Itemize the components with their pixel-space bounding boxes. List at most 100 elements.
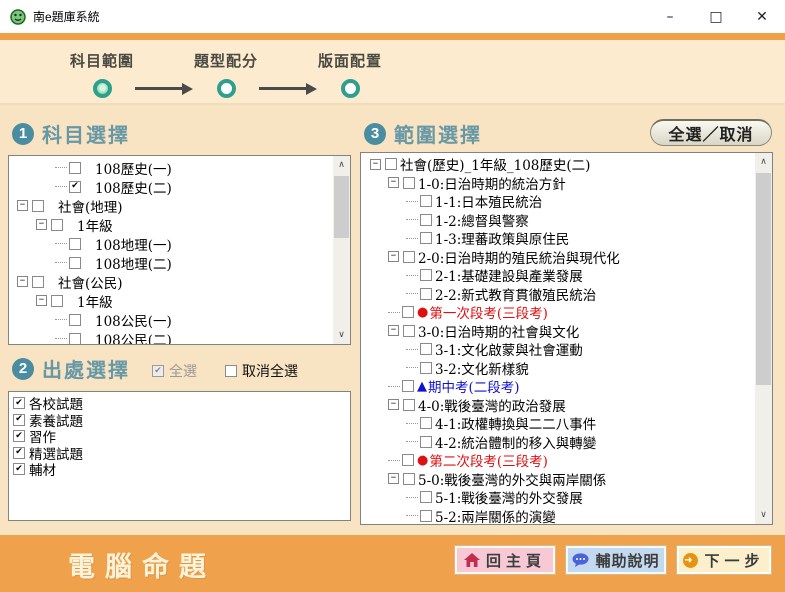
tree-row[interactable]: −社會(地理)	[13, 196, 350, 215]
checkbox-icon[interactable]	[420, 288, 432, 300]
tree-row[interactable]: −3-0:日治時期的社會與文化	[366, 322, 772, 341]
tree-row[interactable]: 5-1:戰後臺灣的外交發展	[366, 488, 772, 507]
checkbox-icon[interactable]	[32, 200, 44, 212]
checkbox-icon[interactable]	[420, 491, 432, 503]
checkbox-icon[interactable]	[402, 380, 414, 392]
source-list-item[interactable]: 精選試題	[13, 445, 350, 462]
collapse-icon[interactable]: −	[17, 276, 28, 287]
checkbox-icon[interactable]	[420, 195, 432, 207]
checkbox-icon[interactable]	[69, 257, 81, 269]
range-tree[interactable]: ∧ ∨ −社會(歷史)_1年級_108歷史(二)−1-0:日治時期的統治方針1-…	[360, 152, 773, 525]
scroll-up-icon[interactable]: ∧	[755, 153, 772, 171]
checkbox-icon[interactable]	[51, 295, 63, 307]
home-button[interactable]: 回主頁	[455, 546, 555, 574]
tree-row[interactable]: 108歷史(二)	[13, 177, 350, 196]
checkbox-icon[interactable]	[403, 177, 415, 189]
tree-row[interactable]: 108歷史(一)	[13, 158, 350, 177]
tree-row[interactable]: ●第一次段考(三段考)	[366, 303, 772, 322]
wizard-step[interactable]: 版面配置	[318, 50, 382, 98]
checkbox-icon[interactable]	[420, 417, 432, 429]
scroll-down-icon[interactable]: ∨	[333, 326, 350, 344]
source-list-item[interactable]: 素養試題	[13, 412, 350, 429]
tree-row[interactable]: 4-2:統治體制的移入與轉變	[366, 433, 772, 452]
source-list-item[interactable]: 輔材	[13, 461, 350, 478]
tree-row[interactable]: 4-1:政權轉換與二二八事件	[366, 414, 772, 433]
scroll-down-icon[interactable]: ∨	[755, 506, 772, 524]
checkbox-icon[interactable]	[13, 447, 25, 459]
checkbox-icon[interactable]	[403, 473, 415, 485]
range-tree-scrollbar[interactable]: ∧ ∨	[755, 153, 772, 524]
checkbox-icon[interactable]	[420, 362, 432, 374]
collapse-icon[interactable]: −	[388, 473, 399, 484]
checkbox-icon[interactable]	[32, 276, 44, 288]
wizard-step[interactable]: 科目範圍	[70, 50, 134, 98]
checkbox-icon[interactable]	[420, 269, 432, 281]
checkbox-icon[interactable]	[402, 306, 414, 318]
scroll-up-icon[interactable]: ∧	[333, 156, 350, 174]
checkbox-icon[interactable]	[420, 510, 432, 522]
deselect-all-checkbox[interactable]: 取消全選	[225, 361, 298, 381]
subject-tree-scrollbar[interactable]: ∧ ∨	[333, 156, 350, 344]
checkbox-icon[interactable]	[69, 162, 81, 174]
collapse-icon[interactable]: −	[388, 251, 399, 262]
tree-row[interactable]: 2-1:基礎建設與產業發展	[366, 266, 772, 285]
tree-row[interactable]: −5-0:戰後臺灣的外交與兩岸關係	[366, 470, 772, 489]
collapse-icon[interactable]: −	[36, 219, 47, 230]
checkbox-icon[interactable]	[152, 365, 164, 377]
tree-row[interactable]: 108公民(二)	[13, 329, 350, 345]
minimize-button[interactable]: –	[647, 0, 693, 33]
collapse-icon[interactable]: −	[388, 399, 399, 410]
checkbox-icon[interactable]	[13, 463, 25, 475]
checkbox-icon[interactable]	[403, 251, 415, 263]
checkbox-icon[interactable]	[403, 399, 415, 411]
help-button[interactable]: 輔助說明	[566, 546, 666, 574]
tree-row[interactable]: ▲期中考(二段考)	[366, 377, 772, 396]
checkbox-icon[interactable]	[13, 430, 25, 442]
collapse-icon[interactable]: −	[36, 295, 47, 306]
tree-row[interactable]: −社會(公民)	[13, 272, 350, 291]
wizard-step[interactable]: 題型配分	[194, 50, 258, 98]
select-all-checkbox[interactable]: 全選	[152, 361, 197, 381]
tree-row[interactable]: ●第二次段考(三段考)	[366, 451, 772, 470]
checkbox-icon[interactable]	[69, 333, 81, 345]
checkbox-icon[interactable]	[69, 181, 81, 193]
tree-row[interactable]: 5-2:兩岸關係的演變	[366, 507, 772, 526]
checkbox-icon[interactable]	[69, 314, 81, 326]
tree-row[interactable]: 1-2:總督與警察	[366, 211, 772, 230]
checkbox-icon[interactable]	[69, 238, 81, 250]
subject-tree[interactable]: ∧ ∨ 108歷史(一)108歷史(二)−社會(地理)−1年級108地理(一)1…	[8, 155, 351, 345]
tree-row[interactable]: 1-3:理蕃政策與原住民	[366, 229, 772, 248]
checkbox-icon[interactable]	[385, 158, 397, 170]
tree-row[interactable]: −社會(歷史)_1年級_108歷史(二)	[366, 155, 772, 174]
checkbox-icon[interactable]	[420, 214, 432, 226]
checkbox-icon[interactable]	[420, 436, 432, 448]
checkbox-icon[interactable]	[225, 365, 237, 377]
checkbox-icon[interactable]	[13, 414, 25, 426]
select-toggle-button[interactable]: 全選／取消	[650, 119, 772, 146]
tree-row[interactable]: −1年級	[13, 291, 350, 310]
checkbox-icon[interactable]	[420, 232, 432, 244]
collapse-icon[interactable]: −	[17, 200, 28, 211]
checkbox-icon[interactable]	[402, 454, 414, 466]
maximize-button[interactable]: □	[693, 0, 739, 33]
collapse-icon[interactable]: −	[370, 159, 381, 170]
tree-row[interactable]: 2-2:新式教育貫徹殖民統治	[366, 285, 772, 304]
checkbox-icon[interactable]	[51, 219, 63, 231]
tree-row[interactable]: −1年級	[13, 215, 350, 234]
checkbox-icon[interactable]	[13, 397, 25, 409]
scroll-thumb[interactable]	[334, 176, 349, 238]
tree-row[interactable]: 108地理(二)	[13, 253, 350, 272]
tree-row[interactable]: 3-1:文化啟蒙與社會運動	[366, 340, 772, 359]
tree-row[interactable]: −2-0:日治時期的殖民統治與現代化	[366, 248, 772, 267]
collapse-icon[interactable]: −	[388, 177, 399, 188]
tree-row[interactable]: 3-2:文化新樣貌	[366, 359, 772, 378]
source-list[interactable]: 各校試題素養試題習作精選試題輔材	[8, 391, 351, 521]
tree-row[interactable]: −4-0:戰後臺灣的政治發展	[366, 396, 772, 415]
collapse-icon[interactable]: −	[388, 325, 399, 336]
close-button[interactable]: ✕	[739, 0, 785, 33]
checkbox-icon[interactable]	[403, 325, 415, 337]
tree-row[interactable]: 1-1:日本殖民統治	[366, 192, 772, 211]
checkbox-icon[interactable]	[420, 343, 432, 355]
tree-row[interactable]: 108地理(一)	[13, 234, 350, 253]
tree-row[interactable]: −1-0:日治時期的統治方針	[366, 174, 772, 193]
